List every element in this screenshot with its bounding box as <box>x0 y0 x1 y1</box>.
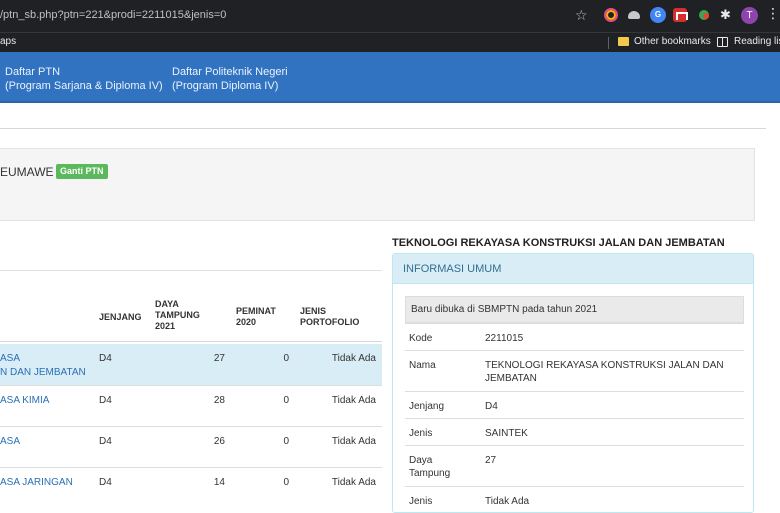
row-prodi-link[interactable]: ASA KIMIA <box>0 394 49 408</box>
other-bookmarks[interactable]: Other bookmarks <box>634 36 711 47</box>
info-value: D4 <box>485 401 498 412</box>
table-header-divider <box>0 341 382 342</box>
ganti-ptn-button[interactable]: Ganti PTN <box>56 164 108 179</box>
th-daya-line2: TAMPUNG <box>155 310 200 320</box>
th-portofolio: JENIS PORTOFOLIO <box>300 306 359 328</box>
th-jenjang: JENJANG <box>99 312 142 322</box>
reading-list-icon[interactable] <box>717 37 728 47</box>
menu-kebab-icon[interactable]: ⋮ <box>766 6 780 20</box>
table-row[interactable]: ASA JARINGAN D4 14 0 Tidak Ada <box>0 468 382 500</box>
table-row[interactable]: ASA KIMIA D4 28 0 Tidak Ada <box>0 386 382 427</box>
info-value: 2211015 <box>485 333 524 344</box>
site-navbar: Daftar PTN (Program Sarjana & Diploma IV… <box>0 52 780 103</box>
extensions-puzzle-icon[interactable]: ✱ <box>720 7 731 23</box>
panel-title: INFORMASI UMUM <box>403 263 502 275</box>
bookmarks-divider <box>608 37 609 49</box>
daya-label-line2: Tampung <box>409 468 451 479</box>
nav-poli-line2: (Program Diploma IV) <box>172 80 279 92</box>
nav-daftar-politeknik[interactable]: Daftar Politeknik Negeri (Program Diplom… <box>172 65 288 93</box>
info-label: Jenis <box>409 428 433 439</box>
th-daya-tampung: DAYA TAMPUNG 2021 <box>155 299 200 332</box>
row-peminat: 0 <box>283 436 289 447</box>
row-daya: 26 <box>213 436 225 447</box>
profile-avatar[interactable]: T <box>741 7 758 24</box>
row-prodi-link[interactable]: ASA N DAN JEMBATAN <box>0 352 86 380</box>
info-row-jenis: Jenis SAINTEK <box>405 418 744 445</box>
bookmarks-bar: aps Other bookmarks Reading list <box>0 32 780 52</box>
nav-daftar-ptn[interactable]: Daftar PTN (Program Sarjana & Diploma IV… <box>5 65 163 93</box>
row-name-line1: ASA <box>0 353 21 364</box>
info-row-nama: Nama TEKNOLOGI REKAYASA KONSTRUKSI JALAN… <box>405 350 744 391</box>
th-peminat-line2: 2020 <box>236 317 257 327</box>
info-value: Tidak Ada <box>485 496 530 507</box>
info-label: Daya Tampung <box>409 454 450 480</box>
bookmark-apps[interactable]: aps <box>0 36 16 47</box>
info-label: Jenis <box>409 496 433 507</box>
extension-translate-icon[interactable]: G <box>650 7 666 23</box>
bookmark-star-icon[interactable]: ☆ <box>575 7 588 24</box>
info-row-kode: Kode 2211015 <box>405 323 744 350</box>
info-value: SAINTEK <box>485 428 528 439</box>
th-peminat: PEMINAT 2020 <box>236 306 276 328</box>
row-jenjang: D4 <box>99 353 112 364</box>
row-daya: 27 <box>213 353 225 364</box>
row-jenjang: D4 <box>99 395 112 406</box>
info-value: 27 <box>485 455 497 466</box>
row-name-line1: ASA KIMIA <box>0 395 50 406</box>
row-portofolio: Tidak Ada <box>331 477 376 488</box>
address-bar[interactable]: /ptn_sb.php?ptn=221&prodi=2211015&jenis=… <box>0 9 226 21</box>
table-row[interactable]: ASA D4 26 0 Tidak Ada <box>0 427 382 468</box>
prodi-title: TEKNOLOGI REKAYASA KONSTRUKSI JALAN DAN … <box>392 237 725 249</box>
reading-list[interactable]: Reading list <box>734 36 780 47</box>
info-label: Nama <box>409 360 436 371</box>
th-daya-line3: 2021 <box>155 321 176 331</box>
nav-ptn-line1: Daftar PTN <box>5 66 61 78</box>
row-peminat: 0 <box>283 353 289 364</box>
browser-toolbar: /ptn_sb.php?ptn=221&prodi=2211015&jenis=… <box>0 0 780 32</box>
info-value: TEKNOLOGI REKAYASA KONSTRUKSI JALAN DAN … <box>485 359 740 385</box>
th-porto-line2: PORTOFOLIO <box>300 317 360 327</box>
extension-cloud-icon[interactable] <box>627 8 641 22</box>
extension-color-icon[interactable] <box>604 8 618 22</box>
info-label: Kode <box>409 333 433 344</box>
row-name-line1: ASA <box>0 436 21 447</box>
extension-red-icon[interactable] <box>673 8 688 22</box>
nama-line1: TEKNOLOGI REKAYASA KONSTRUKSI JALAN DAN <box>485 360 724 371</box>
info-row-jenjang: Jenjang D4 <box>405 391 744 418</box>
notice-box: Baru dibuka di SBMPTN pada tahun 2021 <box>405 296 744 323</box>
university-name: EUMAWE | <box>0 165 61 179</box>
row-portofolio: Tidak Ada <box>331 395 376 406</box>
row-prodi-link[interactable]: ASA JARINGAN <box>0 476 73 490</box>
table-row[interactable]: ASA N DAN JEMBATAN D4 27 0 Tidak Ada <box>0 344 382 386</box>
table-top-divider <box>0 270 382 271</box>
th-peminat-line1: PEMINAT <box>236 306 276 316</box>
th-porto-line1: JENIS <box>300 306 327 316</box>
university-well: EUMAWE | Ganti PTN <box>0 148 755 221</box>
folder-icon[interactable] <box>618 37 629 46</box>
nav-poli-line1: Daftar Politeknik Negeri <box>172 66 288 78</box>
row-daya: 14 <box>213 477 225 488</box>
row-portofolio: Tidak Ada <box>331 436 376 447</box>
row-daya: 28 <box>213 395 225 406</box>
th-daya-line1: DAYA <box>155 299 179 309</box>
row-portofolio: Tidak Ada <box>331 353 376 364</box>
panel-heading: INFORMASI UMUM <box>393 254 753 284</box>
row-peminat: 0 <box>283 395 289 406</box>
row-jenjang: D4 <box>99 436 112 447</box>
row-name-line1: ASA JARINGAN <box>0 477 73 488</box>
info-panel: INFORMASI UMUM Baru dibuka di SBMPTN pad… <box>392 253 754 513</box>
nama-line2: JEMBATAN <box>485 373 537 384</box>
row-name-line2: N DAN JEMBATAN <box>0 367 86 378</box>
row-jenjang: D4 <box>99 477 112 488</box>
header-divider <box>0 128 766 129</box>
info-label: Jenjang <box>409 401 445 412</box>
row-prodi-link[interactable]: ASA <box>0 435 20 449</box>
daya-label-line1: Daya <box>409 455 433 466</box>
nav-ptn-line2: (Program Sarjana & Diploma IV) <box>5 80 163 92</box>
info-row-daya-tampung: Daya Tampung 27 <box>405 445 744 486</box>
row-peminat: 0 <box>283 477 289 488</box>
extension-green-icon[interactable] <box>697 8 711 22</box>
